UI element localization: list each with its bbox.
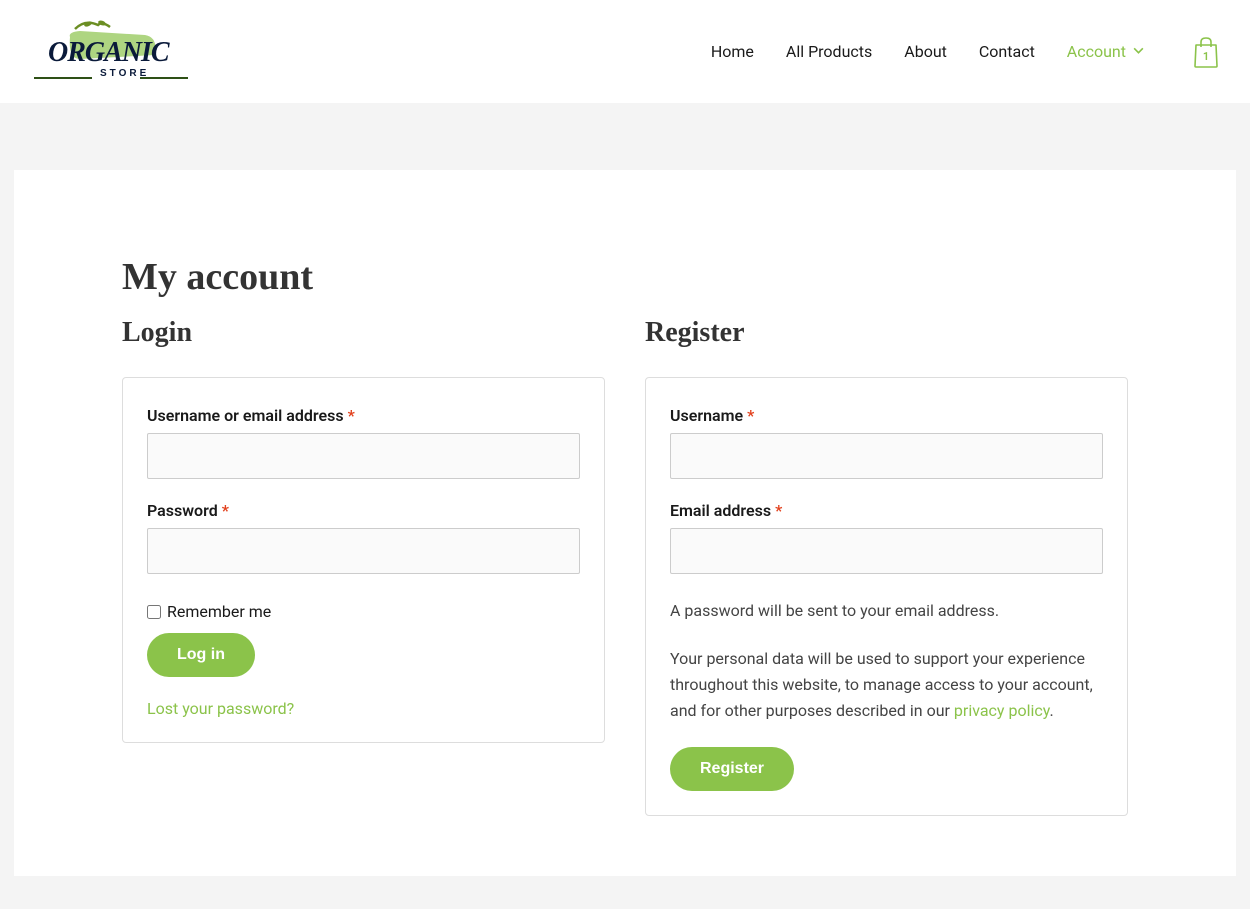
shopping-bag-icon: 1 bbox=[1192, 36, 1220, 68]
nav-account-label: Account bbox=[1067, 42, 1126, 61]
register-username-input[interactable] bbox=[670, 433, 1103, 479]
register-button[interactable]: Register bbox=[670, 747, 794, 791]
remember-me-row: Remember me bbox=[147, 602, 580, 621]
register-column: Register Username * Email address * A pa… bbox=[645, 317, 1128, 816]
account-columns: Login Username or email address * Passwo… bbox=[122, 317, 1128, 816]
svg-text:ORGANIC: ORGANIC bbox=[48, 37, 170, 68]
register-info-text: A password will be sent to your email ad… bbox=[670, 598, 1103, 624]
svg-text:1: 1 bbox=[1203, 50, 1209, 63]
page-wrap: My account Login Username or email addre… bbox=[0, 103, 1250, 890]
cart-button[interactable]: 1 bbox=[1192, 36, 1220, 68]
register-username-label-text: Username bbox=[670, 406, 747, 425]
chevron-down-icon bbox=[1132, 42, 1145, 61]
register-username-label: Username * bbox=[670, 406, 1103, 425]
login-password-input[interactable] bbox=[147, 528, 580, 574]
remember-me-checkbox[interactable] bbox=[147, 605, 161, 619]
login-form: Username or email address * Password * R… bbox=[122, 377, 605, 743]
lost-password-link[interactable]: Lost your password? bbox=[147, 699, 580, 718]
required-mark: * bbox=[222, 501, 229, 520]
required-mark: * bbox=[348, 406, 355, 425]
nav-home[interactable]: Home bbox=[711, 42, 754, 61]
login-column: Login Username or email address * Passwo… bbox=[122, 317, 605, 816]
main-nav: Home All Products About Contact Account … bbox=[711, 36, 1220, 68]
required-mark: * bbox=[775, 501, 782, 520]
content-card: My account Login Username or email addre… bbox=[14, 170, 1236, 876]
register-heading: Register bbox=[645, 317, 1128, 349]
register-email-label-text: Email address bbox=[670, 501, 775, 520]
nav-about[interactable]: About bbox=[904, 42, 947, 61]
login-username-label: Username or email address * bbox=[147, 406, 580, 425]
page-title: My account bbox=[122, 255, 1128, 299]
nav-account[interactable]: Account bbox=[1067, 42, 1145, 61]
register-email-input[interactable] bbox=[670, 528, 1103, 574]
required-mark: * bbox=[747, 406, 754, 425]
login-username-label-text: Username or email address bbox=[147, 406, 348, 425]
nav-contact[interactable]: Contact bbox=[979, 42, 1035, 61]
login-password-label: Password * bbox=[147, 501, 580, 520]
privacy-policy-text: Your personal data will be used to suppo… bbox=[670, 646, 1103, 725]
login-button[interactable]: Log in bbox=[147, 633, 255, 677]
nav-all-products[interactable]: All Products bbox=[786, 42, 872, 61]
register-form: Username * Email address * A password wi… bbox=[645, 377, 1128, 816]
logo[interactable]: ORGANIC STORE bbox=[30, 17, 190, 87]
remember-me-label: Remember me bbox=[167, 602, 271, 621]
privacy-post-text: . bbox=[1049, 701, 1053, 720]
login-username-input[interactable] bbox=[147, 433, 580, 479]
login-password-label-text: Password bbox=[147, 501, 222, 520]
login-heading: Login bbox=[122, 317, 605, 349]
logo-image: ORGANIC STORE bbox=[30, 17, 190, 87]
site-header: ORGANIC STORE Home All Products About Co… bbox=[0, 0, 1250, 103]
privacy-policy-link[interactable]: privacy policy bbox=[954, 701, 1050, 720]
register-email-label: Email address * bbox=[670, 501, 1103, 520]
